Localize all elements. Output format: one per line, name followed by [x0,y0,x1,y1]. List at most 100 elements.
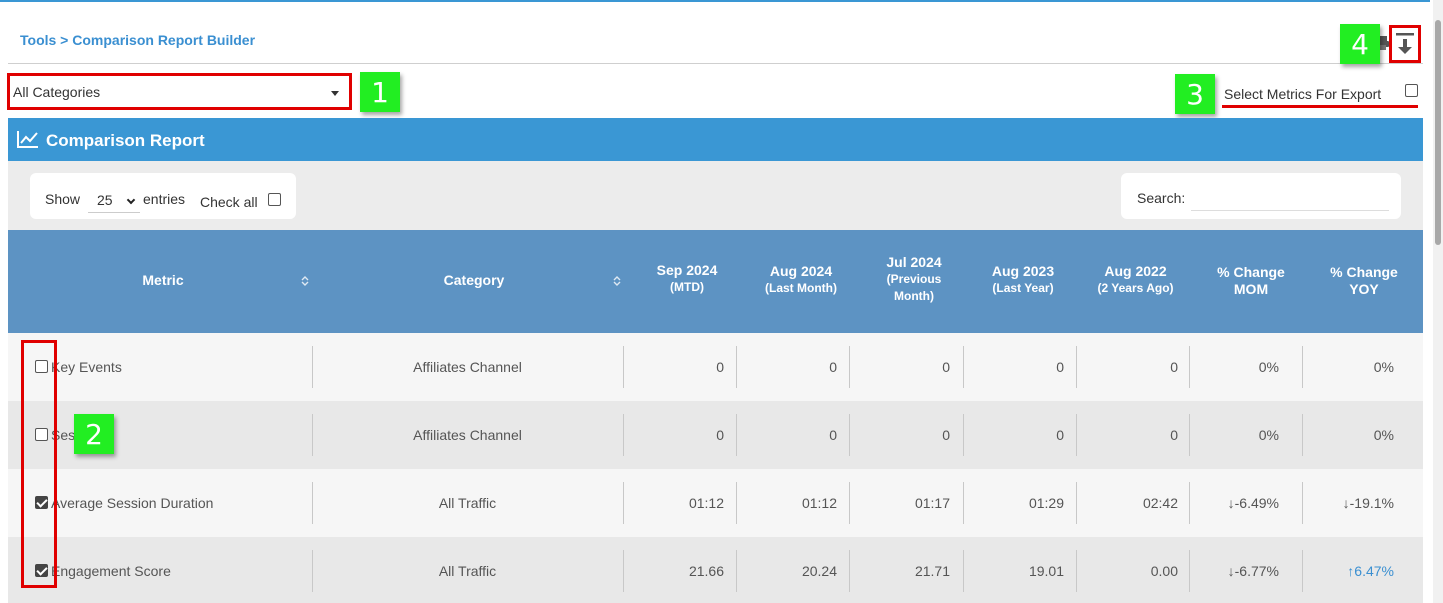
table-header: Metric Category Sep 2024 (MTD) Aug 2024 … [8,230,1423,333]
chevron-down-icon [126,195,136,205]
header-jul-2024[interactable]: Jul 2024 (Previous Month) [864,254,964,305]
change-yoy-cell: 0% [1373,359,1394,375]
table-controls: Show 25 entries Check all Search: [8,161,1423,230]
panel-header: Comparison Report [8,118,1423,161]
aug-2023-cell: 01:29 [1028,495,1064,511]
table-row: Key Events Affiliates Channel 0 0 0 0 0 … [8,333,1423,401]
change-mom-cell: ↓-6.77% [1227,563,1279,579]
header-aug-2022[interactable]: Aug 2022 (2 Years Ago) [1078,263,1193,297]
scrollbar-thumb[interactable] [1435,20,1441,245]
header-jul-2024-sub1: (Previous [886,272,942,286]
header-aug-2023-main: Aug 2023 [991,263,1055,279]
sep-2024-cell: 0 [716,359,724,375]
caret-down-icon [331,91,339,96]
entries-label: entries [143,191,186,207]
jul-2024-cell: 0 [942,427,950,443]
aug-2022-cell: 0 [1170,359,1178,375]
line-chart-icon [17,131,38,148]
check-all-label: Check all [200,194,258,210]
annotation-badge-4: 4 [1340,24,1380,64]
table-row: Engagement Score All Traffic 21.66 20.24… [8,537,1423,603]
annotation-underline [1222,105,1418,108]
change-yoy-cell: 0% [1373,427,1394,443]
header-aug-2024-main: Aug 2024 [769,263,833,279]
header-category[interactable]: Category [414,272,534,289]
annotation-badge-2: 2 [74,414,114,454]
header-sep-2024-main: Sep 2024 [656,262,718,278]
sort-icon[interactable] [301,275,309,287]
show-label: Show [45,191,81,207]
header-change-yoy-line2: YOY [1349,281,1379,297]
panel-title: Comparison Report [46,131,205,150]
header-aug-2023-sub: (Last Year) [992,281,1054,295]
breadcrumb[interactable]: Tools > Comparison Report Builder [20,32,255,48]
sep-2024-cell: 01:12 [688,495,724,511]
header-aug-2022-sub: (2 Years Ago) [1097,281,1174,295]
change-mom-cell: 0% [1258,427,1279,443]
metric-cell: Average Session Duration [51,495,214,511]
category-dropdown[interactable]: All Categories [7,73,352,110]
jul-2024-cell: 21.71 [914,563,950,579]
aug-2024-cell: 20.24 [801,563,837,579]
annotation-box-checkboxes [21,340,57,588]
annotation-badge-1: 1 [360,72,400,112]
change-yoy-cell: ↑6.47% [1347,563,1394,579]
page-length-select[interactable]: 25 [88,185,140,213]
header-category-label: Category [443,272,505,288]
header-sep-2024[interactable]: Sep 2024 (MTD) [637,262,737,296]
aug-2023-cell: 0 [1056,359,1064,375]
header-aug-2024-sub: (Last Month) [765,281,837,295]
export-label[interactable]: Select Metrics For Export [1224,86,1381,102]
category-cell: All Traffic [438,563,497,579]
header-aug-2024[interactable]: Aug 2024 (Last Month) [746,263,856,297]
header-aug-2023[interactable]: Aug 2023 (Last Year) [973,263,1073,297]
jul-2024-cell: 0 [942,359,950,375]
sort-icon[interactable] [613,275,621,287]
export-checkbox[interactable] [1405,84,1418,97]
sep-2024-cell: 21.66 [688,563,724,579]
header-change-mom-line2: MOM [1233,281,1269,297]
search-label: Search: [1137,190,1186,206]
change-yoy-cell: ↓-19.1% [1342,495,1394,511]
jul-2024-cell: 01:17 [914,495,950,511]
header-divider [8,63,1423,64]
header-change-yoy[interactable]: % Change YOY [1314,264,1414,298]
page-length-value: 25 [97,192,113,208]
search-input[interactable] [1191,185,1389,211]
aug-2022-cell: 0.00 [1150,563,1178,579]
top-border [0,0,1430,2]
table-row: Ses Affiliates Channel 0 0 0 0 0 0% 0% [8,401,1423,469]
check-all-checkbox[interactable] [268,193,281,206]
aug-2022-cell: 0 [1170,427,1178,443]
length-control: Show 25 entries Check all [30,173,296,219]
metric-cell: Engagement Score [51,563,171,579]
header-metric[interactable]: Metric [103,272,223,289]
header-change-mom-line1: % Change [1217,264,1285,280]
aug-2023-cell: 0 [1056,427,1064,443]
header-metric-label: Metric [142,272,184,288]
metric-cell: Key Events [51,359,122,375]
category-cell: Affiliates Channel [413,427,522,443]
header-jul-2024-main: Jul 2024 [886,254,942,270]
header-change-mom[interactable]: % Change MOM [1201,264,1301,298]
aug-2023-cell: 19.01 [1028,563,1064,579]
category-cell: All Traffic [438,495,497,511]
header-sep-2024-sub: (MTD) [670,280,704,294]
vertical-scrollbar[interactable] [1433,0,1443,603]
aug-2024-cell: 0 [829,359,837,375]
change-mom-cell: 0% [1258,359,1279,375]
header-change-yoy-line1: % Change [1330,264,1398,280]
change-mom-cell: ↓-6.49% [1227,495,1279,511]
category-dropdown-value: All Categories [13,84,101,100]
search-control: Search: [1121,173,1401,219]
header-jul-2024-sub2: Month) [894,289,934,303]
download-icon [1396,33,1414,54]
category-cell: Affiliates Channel [413,359,522,375]
aug-2024-cell: 0 [829,427,837,443]
annotation-badge-3: 3 [1175,74,1215,114]
aug-2024-cell: 01:12 [801,495,837,511]
table-row: Average Session Duration All Traffic 01:… [8,469,1423,537]
download-button[interactable] [1389,25,1421,63]
aug-2022-cell: 02:42 [1142,495,1178,511]
header-aug-2022-main: Aug 2022 [1104,263,1167,279]
